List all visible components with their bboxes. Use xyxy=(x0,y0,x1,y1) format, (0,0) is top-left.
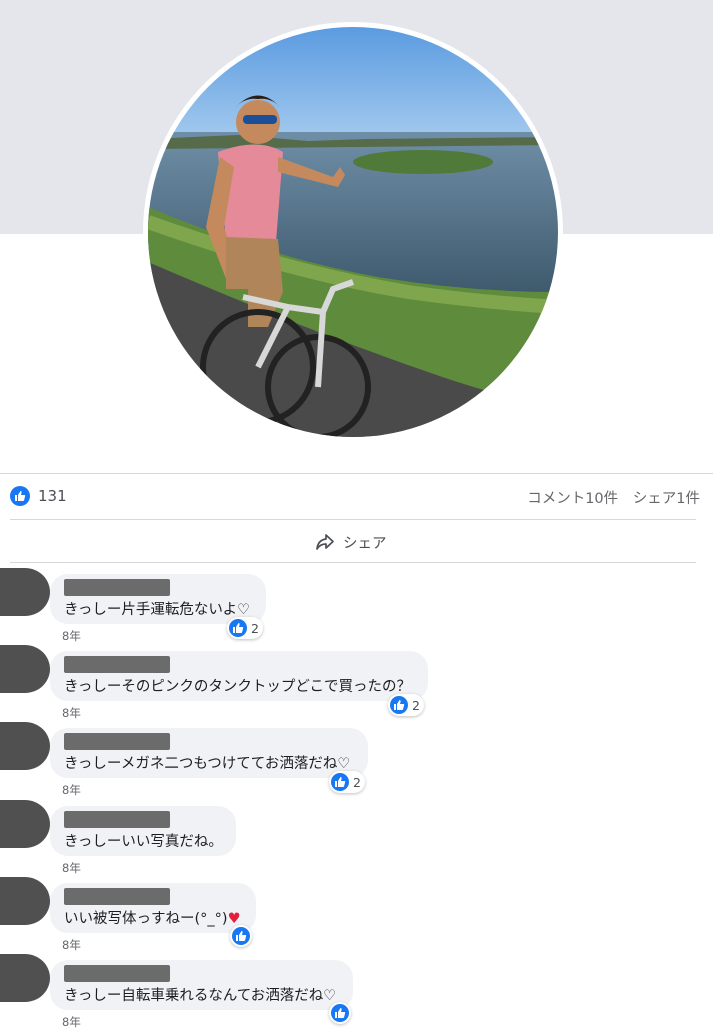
comment-text: きっしーいい写真だね。 xyxy=(64,834,223,850)
comment-bubble[interactable]: きっしー片手運転危ないよ♡ xyxy=(50,574,266,624)
comment-reactions[interactable] xyxy=(329,1002,351,1024)
commenter-avatar[interactable] xyxy=(0,568,50,616)
like-reaction-icon xyxy=(331,1004,349,1022)
comment-item: きっしー自転車乗れるなんてお洒落だね♡ 8年 xyxy=(0,954,713,1030)
like-reaction-icon xyxy=(232,927,250,945)
comment-time[interactable]: 8年 xyxy=(62,705,81,721)
commenter-avatar[interactable] xyxy=(0,722,50,770)
comment-reactions[interactable] xyxy=(230,925,252,947)
commenter-name-redacted[interactable] xyxy=(64,579,170,596)
comment-reactions[interactable]: 2 xyxy=(227,617,263,639)
reactions-summary: 131 コメント10件 シェア1件 xyxy=(10,483,700,511)
like-count[interactable]: 131 xyxy=(38,487,67,505)
commenter-avatar[interactable] xyxy=(0,954,50,1002)
comment-time[interactable]: 8年 xyxy=(62,1014,81,1030)
divider-top xyxy=(0,473,713,474)
comment-item: きっしーそのピンクのタンクトップどこで買ったの？ 8年 2 xyxy=(0,645,713,721)
commenter-avatar[interactable] xyxy=(0,645,50,693)
commenter-name-redacted[interactable] xyxy=(64,656,170,673)
comment-item: きっしーメガネ二つもつけててお洒落だね♡ 8年 2 xyxy=(0,722,713,798)
comment-item: きっしーいい写真だね。 8年 xyxy=(0,800,713,876)
reaction-count: 2 xyxy=(412,697,420,713)
comment-bubble[interactable]: きっしーいい写真だね。 xyxy=(50,806,236,856)
comment-item: きっしー片手運転危ないよ♡ 8年 2 xyxy=(0,568,713,644)
like-reaction-icon[interactable] xyxy=(10,486,30,506)
comment-text: きっしーそのピンクのタンクトップどこで買ったの？ xyxy=(64,679,411,695)
comments-count[interactable]: コメント10件 xyxy=(527,491,618,507)
commenter-avatar[interactable] xyxy=(0,800,50,848)
comment-bubble[interactable]: きっしーメガネ二つもつけててお洒落だね♡ xyxy=(50,728,368,778)
divider-middle xyxy=(10,519,696,520)
commenter-name-redacted[interactable] xyxy=(64,888,170,905)
divider-bottom xyxy=(10,562,696,563)
comment-time[interactable]: 8年 xyxy=(62,782,81,798)
reaction-count: 2 xyxy=(251,620,259,636)
comment-text: いい被写体っすねー(°_°) xyxy=(64,911,228,927)
comment-bubble[interactable]: いい被写体っすねー(°_°)♥ xyxy=(50,883,256,933)
comment-bubble[interactable]: きっしー自転車乗れるなんてお洒落だね♡ xyxy=(50,960,353,1010)
commenter-name-redacted[interactable] xyxy=(64,733,170,750)
comment-text: きっしー自転車乗れるなんてお洒落だね♡ xyxy=(64,988,337,1004)
comment-bubble[interactable]: きっしーそのピンクのタンクトップどこで買ったの？ xyxy=(50,651,428,701)
comment-reactions[interactable]: 2 xyxy=(329,771,365,793)
comment-time[interactable]: 8年 xyxy=(62,937,81,953)
comment-text: きっしーメガネ二つもつけててお洒落だね♡ xyxy=(64,756,351,772)
like-reaction-icon xyxy=(390,696,408,714)
share-button[interactable]: シェア xyxy=(315,529,387,555)
like-reaction-icon xyxy=(331,773,349,791)
shares-count[interactable]: シェア1件 xyxy=(633,491,700,507)
comment-time[interactable]: 8年 xyxy=(62,860,81,876)
comment-time[interactable]: 8年 xyxy=(62,628,81,644)
commenter-name-redacted[interactable] xyxy=(64,811,170,828)
commenter-name-redacted[interactable] xyxy=(64,965,170,982)
comment-item: いい被写体っすねー(°_°)♥ 8年 xyxy=(0,877,713,953)
share-arrow-icon xyxy=(316,534,334,550)
profile-picture[interactable] xyxy=(148,27,558,437)
like-reaction-icon xyxy=(229,619,247,637)
comment-reactions[interactable]: 2 xyxy=(388,694,424,716)
share-label: シェア xyxy=(343,535,387,552)
comment-text: きっしー片手運転危ないよ♡ xyxy=(64,602,251,618)
reaction-count: 2 xyxy=(353,774,361,790)
commenter-avatar[interactable] xyxy=(0,877,50,925)
